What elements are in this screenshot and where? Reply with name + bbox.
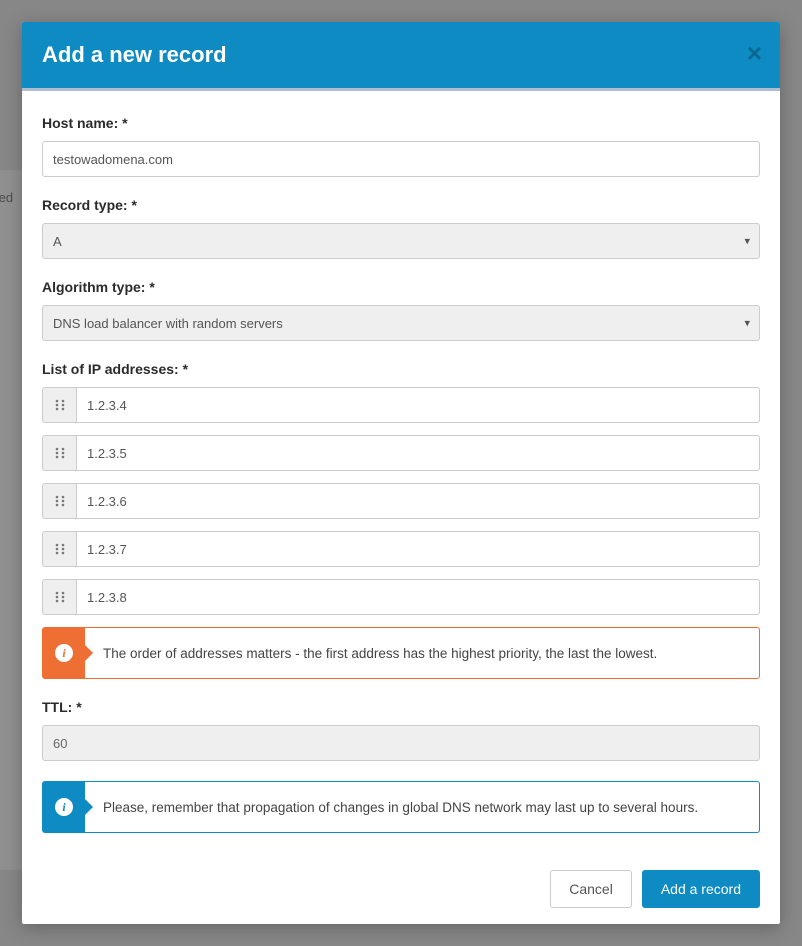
drag-handle-icon[interactable]	[42, 579, 76, 615]
ip-input[interactable]	[76, 435, 760, 471]
order-alert-text: The order of addresses matters - the fir…	[85, 628, 759, 678]
drag-handle-icon[interactable]	[42, 435, 76, 471]
modal-title: Add a new record	[42, 42, 227, 68]
hostname-input[interactable]	[42, 141, 760, 177]
ip-row	[42, 387, 760, 423]
info-icon: i	[43, 628, 85, 678]
ip-row	[42, 531, 760, 567]
ip-row	[42, 435, 760, 471]
header-separator	[22, 88, 780, 91]
propagation-alert-text: Please, remember that propagation of cha…	[85, 782, 759, 832]
info-icon: i	[43, 782, 85, 832]
ttl-label: TTL: *	[42, 699, 760, 715]
propagation-alert: i Please, remember that propagation of c…	[42, 781, 760, 833]
ip-list-label: List of IP addresses: *	[42, 361, 760, 377]
record-type-select[interactable]: A ▾	[42, 223, 760, 259]
record-type-group: Record type: * A ▾	[42, 197, 760, 259]
record-type-value: A	[53, 234, 62, 249]
add-record-button[interactable]: Add a record	[642, 870, 760, 908]
ip-input[interactable]	[76, 387, 760, 423]
algorithm-value: DNS load balancer with random servers	[53, 316, 283, 331]
chevron-down-icon: ▾	[744, 317, 750, 330]
hostname-group: Host name: *	[42, 115, 760, 177]
ip-input[interactable]	[76, 483, 760, 519]
modal-header: Add a new record ×	[22, 22, 780, 88]
algorithm-label: Algorithm type: *	[42, 279, 760, 295]
algorithm-select[interactable]: DNS load balancer with random servers ▾	[42, 305, 760, 341]
modal-footer: Cancel Add a record	[22, 854, 780, 924]
drag-handle-icon[interactable]	[42, 387, 76, 423]
record-type-label: Record type: *	[42, 197, 760, 213]
algorithm-group: Algorithm type: * DNS load balancer with…	[42, 279, 760, 341]
drag-handle-icon[interactable]	[42, 483, 76, 519]
hostname-label: Host name: *	[42, 115, 760, 131]
ip-input[interactable]	[76, 579, 760, 615]
add-record-modal: Add a new record × Host name: * Record t…	[22, 22, 780, 924]
ip-input[interactable]	[76, 531, 760, 567]
ip-list-container	[42, 387, 760, 615]
ip-row	[42, 579, 760, 615]
ttl-group: TTL: *	[42, 699, 760, 761]
ttl-input[interactable]	[42, 725, 760, 761]
modal-body: Host name: * Record type: * A ▾ Algorith…	[22, 91, 780, 854]
ip-list-group: List of IP addresses: * i The order of a…	[42, 361, 760, 679]
chevron-down-icon: ▾	[744, 235, 750, 248]
ip-row	[42, 483, 760, 519]
close-icon[interactable]: ×	[747, 40, 762, 66]
drag-handle-icon[interactable]	[42, 531, 76, 567]
cancel-button[interactable]: Cancel	[550, 870, 632, 908]
order-alert: i The order of addresses matters - the f…	[42, 627, 760, 679]
